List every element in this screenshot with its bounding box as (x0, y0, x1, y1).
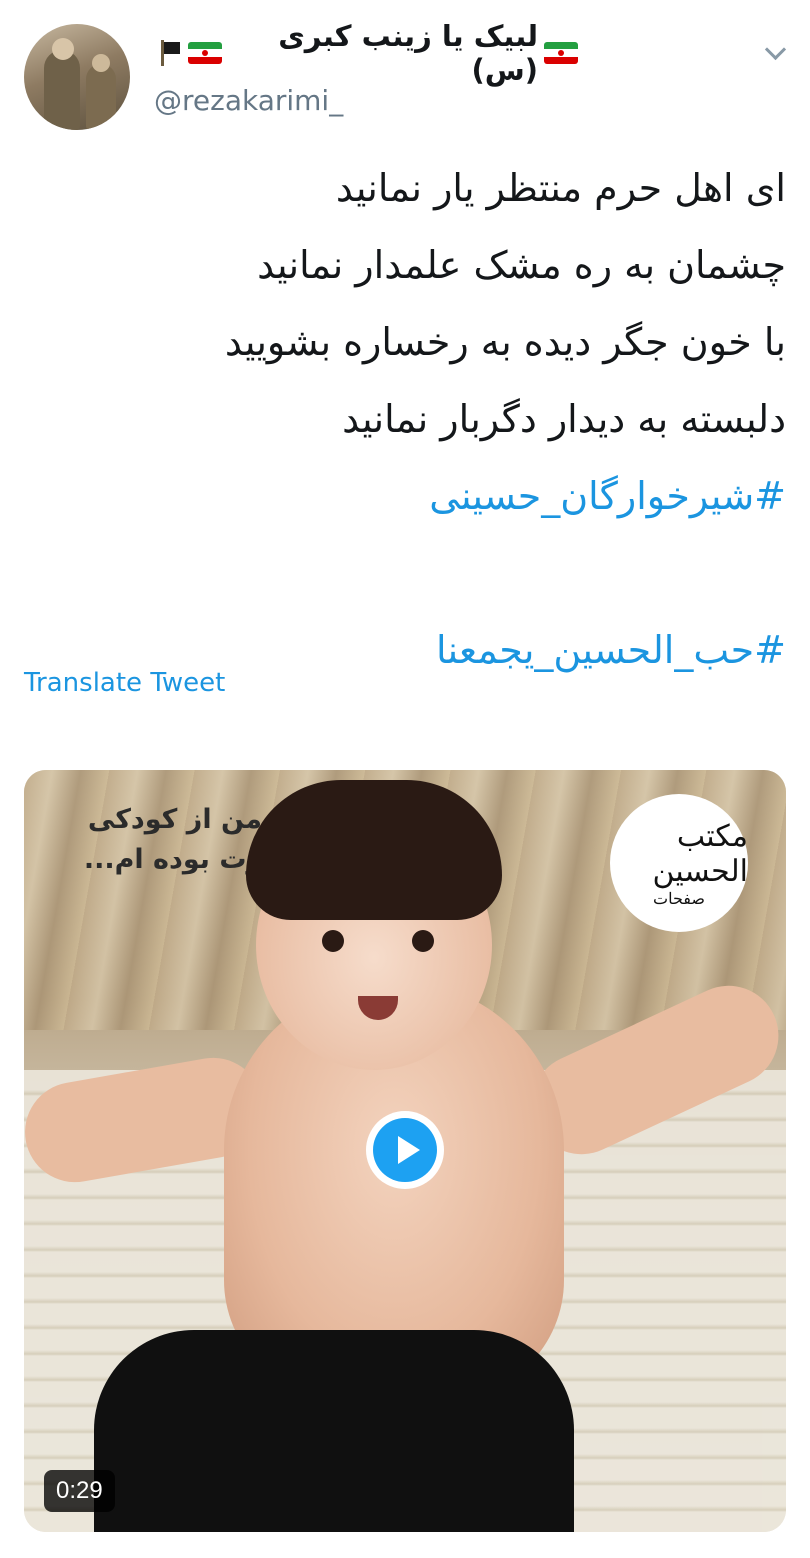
video-duration-badge: 0:29 (44, 1470, 115, 1512)
line-spacer (24, 535, 786, 612)
video-overlay-line: رت بوده ام... (83, 844, 262, 875)
video-overlay-line: من از کودکی (87, 804, 262, 835)
avatar-figure-head (92, 54, 110, 72)
channel-logo-title: مکتب الحسین (652, 818, 749, 889)
avatar-figure (44, 50, 80, 130)
avatar-figure-head (52, 38, 74, 60)
play-icon (373, 1118, 437, 1182)
play-button[interactable] (366, 1111, 444, 1189)
video-player[interactable]: من از کودکی رت بوده ام... مکتب الحسین صف… (24, 770, 786, 1532)
iran-flag-icon (188, 42, 222, 64)
tweet-line: دلبسته به دیدار دگربار نمانید (342, 397, 786, 441)
tweet-line: ای اهل حرم منتظر یار نمانید (335, 166, 786, 210)
tweet-text: ای اهل حرم منتظر یار نمانید چشمان به ره … (24, 150, 786, 689)
video-subject-shorts (94, 1330, 574, 1532)
avatar-figure (86, 64, 116, 130)
video-subject-eye (412, 930, 434, 952)
black-flag-icon (158, 40, 182, 66)
tweet-line: با خون جگر دیده به رخساره بشویید (224, 320, 786, 364)
display-name-text: لبیک یا زینب کبری (س) (278, 19, 538, 87)
tweet-card: لبیک یا زینب کبری (س) @rezakarimi_ ای اه… (0, 0, 810, 1558)
video-subject-eye (322, 930, 344, 952)
iran-flag-icon (544, 42, 578, 64)
avatar[interactable] (24, 24, 130, 130)
translate-tweet-link[interactable]: Translate Tweet (24, 668, 225, 698)
tweet-line: چشمان به ره مشک علمدار نمانید (257, 243, 786, 287)
video-overlay-text: من از کودکی رت بوده ام... (82, 800, 262, 880)
video-subject-hair (246, 780, 502, 920)
hashtag-link[interactable]: #شیرخوارگان_حسینی (24, 458, 786, 535)
display-name[interactable]: لبیک یا زینب کبری (س) (158, 19, 578, 87)
channel-logo-subtitle: صفحات (653, 888, 705, 908)
chevron-down-icon[interactable] (762, 40, 790, 64)
channel-logo: مکتب الحسین صفحات (610, 794, 748, 932)
user-handle[interactable]: @rezakarimi_ (154, 84, 343, 117)
